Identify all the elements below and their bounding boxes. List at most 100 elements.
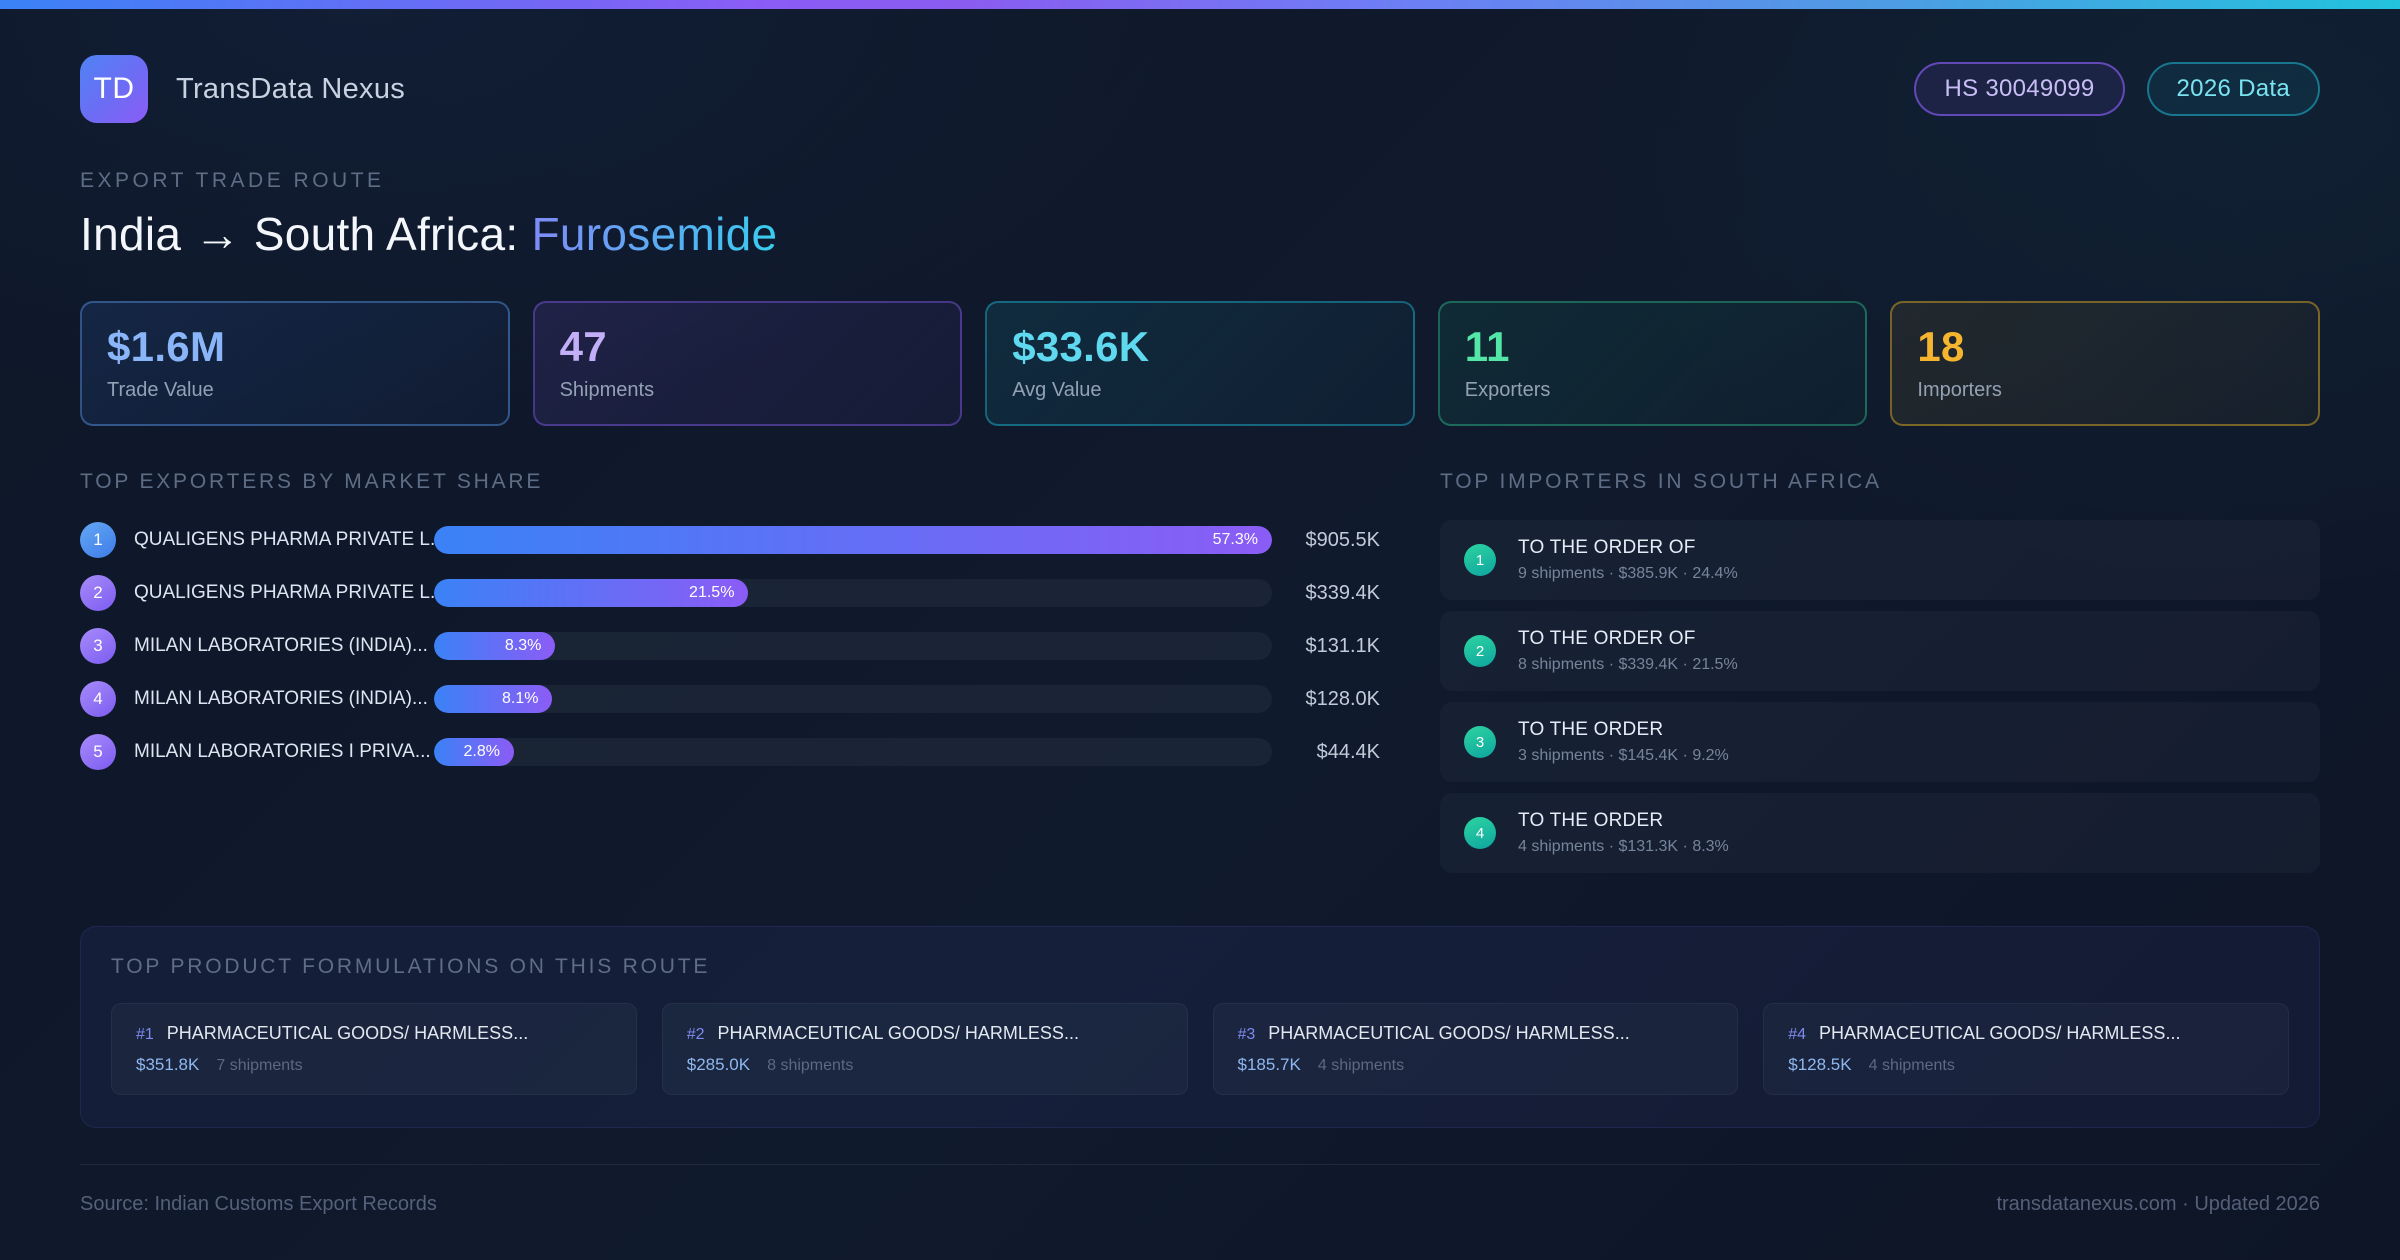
exporter-value: $44.4K — [1316, 740, 1380, 763]
stat-value: 47 — [559, 323, 607, 370]
exporter-row[interactable]: 2 QUALIGENS PHARMA PRIVATE L... 21.5% $3… — [80, 573, 1380, 613]
market-share-bar-track: 57.3% — [434, 526, 1272, 554]
exporters-section-title: TOP EXPORTERS BY MARKET SHARE — [80, 470, 544, 493]
exporters-bar-chart: 1 QUALIGENS PHARMA PRIVATE L... 57.3% $9… — [80, 520, 1380, 772]
importer-info: TO THE ORDER OF 9 shipments · $385.9K · … — [1518, 537, 1738, 583]
stat-card-exporters: 11 Exporters — [1437, 301, 1868, 426]
importer-card[interactable]: 2 TO THE ORDER OF 8 shipments · $339.4K … — [1440, 611, 2320, 691]
header: TD TransData Nexus HS 30049099 2026 Data — [80, 55, 2320, 123]
importer-name: TO THE ORDER — [1518, 719, 1664, 740]
product-meta: $351.8K 7 shipments — [136, 1055, 612, 1075]
products-panel: TOP PRODUCT FORMULATIONS ON THIS ROUTE #… — [80, 926, 2320, 1128]
importer-name: TO THE ORDER — [1518, 810, 1664, 831]
rank-badge: 1 — [1464, 544, 1496, 576]
rank-badge: 3 — [1464, 726, 1496, 758]
market-share-bar: 2.8% — [434, 738, 514, 766]
page-title: India → South Africa: Furosemide — [80, 207, 2320, 261]
importers-section: TOP IMPORTERS IN SOUTH AFRICA 1 TO THE O… — [1440, 470, 2320, 884]
product-name: PHARMACEUTICAL GOODS/ HARMLESS... — [1268, 1023, 1630, 1043]
product-meta: $128.5K 4 shipments — [1788, 1055, 2264, 1075]
stats-row: $1.6M Trade Value 47 Shipments $33.6K Av… — [80, 301, 2320, 426]
product-card[interactable]: #4 PHARMACEUTICAL GOODS/ HARMLESS... $12… — [1763, 1003, 2289, 1095]
product-card[interactable]: #2 PHARMACEUTICAL GOODS/ HARMLESS... $28… — [661, 1003, 1188, 1095]
hs-code-badge: HS 30049099 — [1914, 62, 2125, 116]
market-share-bar: 8.3% — [434, 632, 556, 660]
market-share-bar: 8.1% — [434, 685, 553, 713]
product-card[interactable]: #1 PHARMACEUTICAL GOODS/ HARMLESS... $35… — [111, 1003, 637, 1095]
importer-card[interactable]: 1 TO THE ORDER OF 9 shipments · $385.9K … — [1440, 520, 2320, 600]
market-share-percent: 8.3% — [504, 637, 542, 654]
product-rank: #2 — [686, 1026, 705, 1043]
stat-card-avg-value: $33.6K Avg Value — [985, 301, 1415, 426]
rank-badge: 2 — [1464, 635, 1496, 667]
importers-section-title: TOP IMPORTERS IN SOUTH AFRICA — [1440, 470, 1882, 493]
product-value: $351.8K — [136, 1055, 200, 1074]
market-share-bar: 57.3% — [434, 526, 1272, 554]
product-rank: #3 — [1237, 1026, 1256, 1043]
exporter-value: $128.0K — [1305, 687, 1380, 710]
market-share-bar-track: 2.8% — [434, 738, 1272, 766]
exporter-name: MILAN LABORATORIES I PRIVA... — [134, 741, 431, 762]
exporter-row[interactable]: 1 QUALIGENS PHARMA PRIVATE L... 57.3% $9… — [80, 520, 1380, 560]
stat-label: Exporters — [1464, 379, 1551, 401]
product-shipments: 8 shipments — [767, 1057, 854, 1074]
stat-value: $33.6K — [1012, 323, 1150, 370]
market-share-percent: 8.1% — [501, 690, 539, 707]
product-value: $185.7K — [1237, 1055, 1301, 1074]
top-accent-bar — [0, 0, 2400, 9]
product-meta: $285.0K 8 shipments — [687, 1055, 1163, 1075]
importer-info: TO THE ORDER 4 shipments · $131.3K · 8.3… — [1518, 810, 1729, 856]
route-product-name: Furosemide — [531, 208, 778, 260]
market-share-bar-track: 8.1% — [434, 685, 1272, 713]
product-header: #3 PHARMACEUTICAL GOODS/ HARMLESS... — [1238, 1023, 1714, 1044]
importer-detail: 3 shipments · $145.4K · 9.2% — [1518, 747, 1729, 764]
products-list: #1 PHARMACEUTICAL GOODS/ HARMLESS... $35… — [111, 1003, 2289, 1095]
brand: TD TransData Nexus — [80, 55, 405, 123]
exporter-row[interactable]: 4 MILAN LABORATORIES (INDIA)... 8.1% $12… — [80, 679, 1380, 719]
importer-info: TO THE ORDER OF 8 shipments · $339.4K · … — [1518, 628, 1738, 674]
exporter-name: QUALIGENS PHARMA PRIVATE L... — [134, 582, 434, 603]
rank-badge: 3 — [80, 628, 116, 664]
importer-detail: 4 shipments · $131.3K · 8.3% — [1518, 838, 1729, 855]
product-value: $128.5K — [1788, 1055, 1852, 1074]
exporter-row[interactable]: 5 MILAN LABORATORIES I PRIVA... 2.8% $44… — [80, 732, 1380, 772]
market-share-percent: 2.8% — [463, 743, 500, 760]
stat-card-shipments: 47 Shipments — [532, 301, 963, 426]
route-title-prefix: India → South Africa: — [80, 208, 532, 260]
market-share-percent: 57.3% — [1212, 531, 1258, 548]
exporter-row[interactable]: 3 MILAN LABORATORIES (INDIA)... 8.3% $13… — [80, 626, 1380, 666]
stat-value: $1.6M — [107, 323, 226, 370]
product-card[interactable]: #3 PHARMACEUTICAL GOODS/ HARMLESS... $18… — [1212, 1003, 1739, 1095]
importer-name: TO THE ORDER OF — [1518, 628, 1696, 649]
exporter-value: $905.5K — [1305, 528, 1380, 551]
market-share-bar-track: 8.3% — [434, 632, 1272, 660]
stat-value: 11 — [1464, 323, 1510, 370]
rank-badge: 1 — [80, 522, 116, 558]
stat-label: Trade Value — [107, 379, 214, 401]
product-name: PHARMACEUTICAL GOODS/ HARMLESS... — [1819, 1023, 2181, 1043]
stat-card-importers: 18 Importers — [1890, 301, 2320, 426]
market-share-percent: 21.5% — [689, 584, 735, 601]
exporter-value: $339.4K — [1305, 581, 1380, 604]
importer-card[interactable]: 3 TO THE ORDER 3 shipments · $145.4K · 9… — [1440, 702, 2320, 782]
main-content: TOP EXPORTERS BY MARKET SHARE 1 QUALIGEN… — [80, 470, 2320, 884]
products-section-title: TOP PRODUCT FORMULATIONS ON THIS ROUTE — [111, 955, 711, 978]
app-logo: TD — [80, 55, 148, 123]
data-year-badge: 2026 Data — [2146, 62, 2320, 116]
exporter-name: QUALIGENS PHARMA PRIVATE L... — [134, 529, 434, 550]
importer-detail: 9 shipments · $385.9K · 24.4% — [1518, 565, 1738, 582]
exporter-name: MILAN LABORATORIES (INDIA)... — [134, 635, 428, 656]
footer-site: transdatanexus.com · Updated 2026 — [1996, 1193, 2320, 1215]
stat-label: Shipments — [559, 379, 655, 401]
stat-label: Avg Value — [1012, 379, 1102, 401]
product-rank: #4 — [1788, 1026, 1807, 1043]
header-badges: HS 30049099 2026 Data — [1914, 62, 2320, 116]
exporter-name: MILAN LABORATORIES (INDIA)... — [134, 688, 428, 709]
rank-badge: 5 — [80, 734, 116, 770]
footer-source: Source: Indian Customs Export Records — [80, 1193, 437, 1215]
product-meta: $185.7K 4 shipments — [1238, 1055, 1714, 1075]
rank-badge: 2 — [80, 575, 116, 611]
importer-card[interactable]: 4 TO THE ORDER 4 shipments · $131.3K · 8… — [1440, 793, 2320, 873]
product-header: #1 PHARMACEUTICAL GOODS/ HARMLESS... — [136, 1023, 612, 1044]
stat-value: 18 — [1917, 323, 1965, 370]
